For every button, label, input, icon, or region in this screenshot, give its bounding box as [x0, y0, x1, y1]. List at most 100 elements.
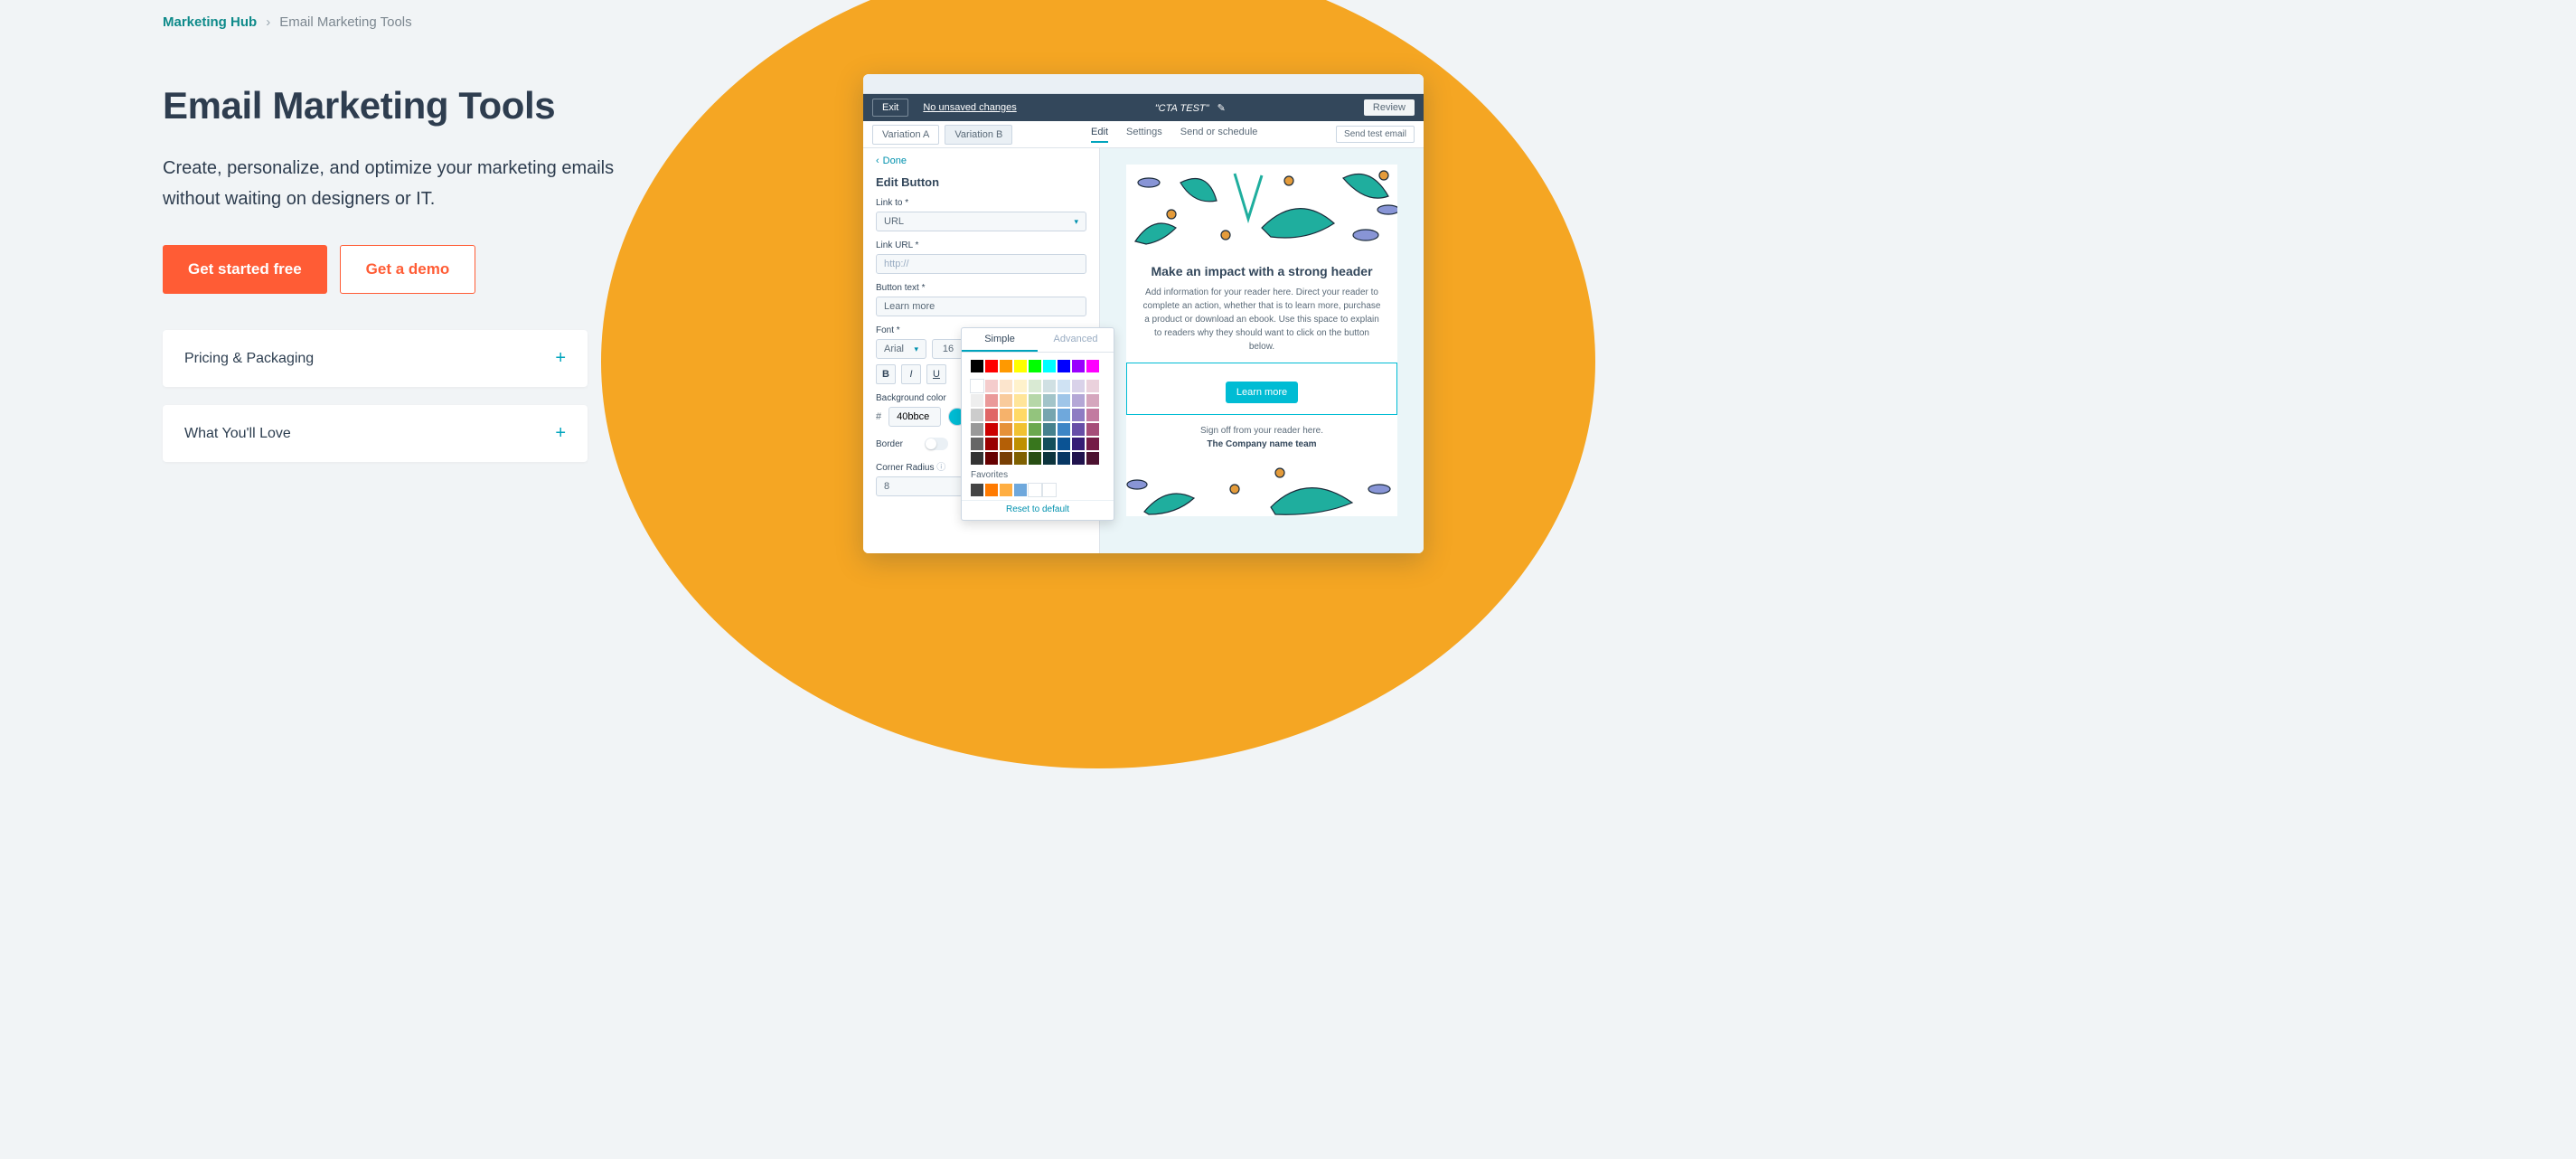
color-swatch[interactable]	[1014, 438, 1027, 450]
tab-variation-a[interactable]: Variation A	[872, 125, 939, 145]
color-swatch[interactable]	[1058, 423, 1070, 436]
bold-button[interactable]: B	[876, 364, 896, 384]
color-swatch[interactable]	[985, 452, 998, 465]
color-swatch[interactable]	[971, 394, 983, 407]
color-swatch[interactable]	[1058, 452, 1070, 465]
color-swatch[interactable]	[1000, 380, 1012, 392]
review-button[interactable]: Review	[1364, 99, 1415, 116]
underline-button[interactable]: U	[926, 364, 946, 384]
link-to-select[interactable]: URL ▾	[876, 212, 1086, 231]
color-tab-simple[interactable]: Simple	[962, 328, 1038, 352]
color-swatch[interactable]	[1029, 423, 1041, 436]
color-swatch[interactable]	[1086, 409, 1099, 421]
color-swatch[interactable]	[1072, 423, 1085, 436]
tab-variation-b[interactable]: Variation B	[945, 125, 1012, 145]
color-swatch[interactable]	[1072, 452, 1085, 465]
color-swatch[interactable]	[1086, 394, 1099, 407]
breadcrumb-root-link[interactable]: Marketing Hub	[163, 14, 257, 30]
italic-button[interactable]: I	[901, 364, 921, 384]
color-swatch[interactable]	[1043, 394, 1056, 407]
color-swatch[interactable]	[1014, 452, 1027, 465]
color-swatch[interactable]	[971, 423, 983, 436]
color-swatch[interactable]	[985, 409, 998, 421]
color-swatch[interactable]	[1014, 380, 1027, 392]
color-swatch[interactable]	[971, 360, 983, 372]
color-swatch[interactable]	[1000, 452, 1012, 465]
color-swatch[interactable]	[1086, 452, 1099, 465]
font-family-select[interactable]: Arial ▾	[876, 339, 926, 359]
nav-edit[interactable]: Edit	[1091, 127, 1108, 143]
color-swatch[interactable]	[1043, 409, 1056, 421]
favorite-swatch[interactable]	[971, 484, 983, 496]
color-swatch[interactable]	[1058, 394, 1070, 407]
color-swatch[interactable]	[1072, 438, 1085, 450]
color-swatch[interactable]	[1086, 360, 1099, 372]
color-swatch[interactable]	[1014, 409, 1027, 421]
color-swatch[interactable]	[1058, 380, 1070, 392]
color-swatch[interactable]	[1058, 409, 1070, 421]
send-test-button[interactable]: Send test email	[1336, 126, 1415, 143]
color-swatch[interactable]	[1072, 360, 1085, 372]
color-swatch[interactable]	[1014, 423, 1027, 436]
color-swatch[interactable]	[985, 438, 998, 450]
color-swatch[interactable]	[1072, 394, 1085, 407]
cta-block-selected[interactable]: Learn more	[1126, 363, 1397, 415]
link-url-input[interactable]: http://	[876, 254, 1086, 274]
accordion-love[interactable]: What You'll Love +	[163, 405, 588, 462]
color-swatch[interactable]	[1029, 394, 1041, 407]
bgcolor-hex-input[interactable]	[888, 407, 941, 427]
color-swatch[interactable]	[1043, 438, 1056, 450]
favorite-swatch[interactable]	[985, 484, 998, 496]
color-swatch[interactable]	[1014, 394, 1027, 407]
color-swatch[interactable]	[1086, 438, 1099, 450]
favorite-swatch[interactable]	[1014, 484, 1027, 496]
border-toggle[interactable]	[925, 438, 948, 450]
color-swatch[interactable]	[1072, 409, 1085, 421]
color-swatch[interactable]	[1029, 360, 1041, 372]
color-swatch[interactable]	[1043, 423, 1056, 436]
get-demo-button[interactable]: Get a demo	[340, 245, 476, 294]
accordion-pricing[interactable]: Pricing & Packaging +	[163, 330, 588, 387]
button-text-input[interactable]: Learn more	[876, 297, 1086, 316]
color-swatch[interactable]	[971, 438, 983, 450]
color-swatch[interactable]	[1000, 360, 1012, 372]
corner-radius-input[interactable]: 8	[876, 476, 963, 496]
color-swatch[interactable]	[1014, 360, 1027, 372]
color-swatch[interactable]	[985, 360, 998, 372]
color-swatch[interactable]	[1029, 438, 1041, 450]
color-swatch[interactable]	[1043, 452, 1056, 465]
exit-button[interactable]: Exit	[872, 99, 908, 117]
color-swatch[interactable]	[1043, 360, 1056, 372]
done-link[interactable]: ‹ Done	[876, 155, 1086, 166]
color-swatch[interactable]	[985, 380, 998, 392]
nav-send[interactable]: Send or schedule	[1180, 127, 1258, 143]
preview-cta-button[interactable]: Learn more	[1226, 382, 1298, 403]
unsaved-changes-link[interactable]: No unsaved changes	[923, 102, 1016, 113]
nav-settings[interactable]: Settings	[1126, 127, 1162, 143]
favorite-swatch[interactable]	[1000, 484, 1012, 496]
color-swatch[interactable]	[971, 380, 983, 392]
color-swatch[interactable]	[985, 394, 998, 407]
color-swatch[interactable]	[1058, 438, 1070, 450]
color-swatch[interactable]	[985, 423, 998, 436]
get-started-button[interactable]: Get started free	[163, 245, 327, 294]
reset-default-link[interactable]: Reset to default	[962, 500, 1114, 520]
color-tab-advanced[interactable]: Advanced	[1038, 328, 1114, 352]
color-swatch[interactable]	[1043, 380, 1056, 392]
color-swatch[interactable]	[1058, 360, 1070, 372]
color-swatch[interactable]	[1072, 380, 1085, 392]
color-swatch[interactable]	[1000, 394, 1012, 407]
color-swatch[interactable]	[1086, 380, 1099, 392]
color-swatch[interactable]	[1029, 380, 1041, 392]
favorite-swatch[interactable]	[1029, 484, 1041, 496]
color-swatch[interactable]	[1029, 452, 1041, 465]
edit-title-icon[interactable]: ✎	[1217, 103, 1226, 114]
color-swatch[interactable]	[1000, 423, 1012, 436]
color-swatch[interactable]	[1029, 409, 1041, 421]
favorite-swatch[interactable]	[1043, 484, 1056, 496]
color-swatch[interactable]	[971, 452, 983, 465]
color-swatch[interactable]	[1000, 438, 1012, 450]
font-size-input[interactable]: 16	[932, 339, 964, 359]
color-swatch[interactable]	[1086, 423, 1099, 436]
color-swatch[interactable]	[1000, 409, 1012, 421]
